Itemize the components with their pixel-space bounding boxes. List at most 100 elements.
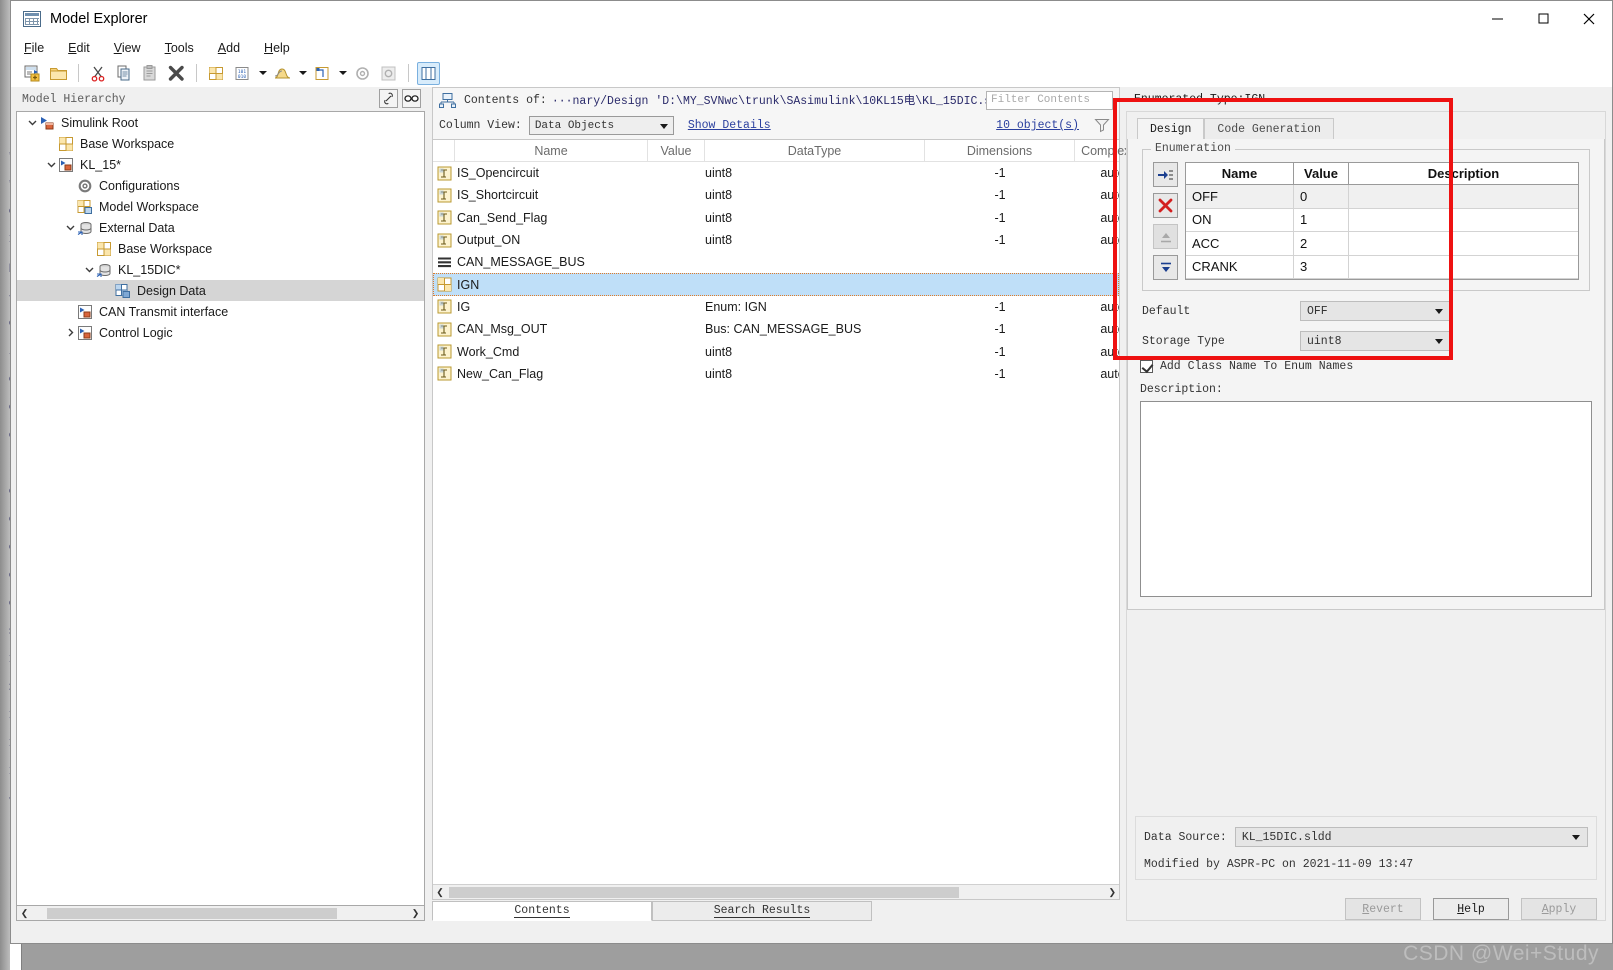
enumeration-row[interactable]: CRANK 3	[1186, 255, 1578, 279]
tree-item-design-data[interactable]: Design Data	[17, 280, 424, 301]
description-textarea[interactable]	[1140, 401, 1592, 597]
add-data-object-icon[interactable]: 101 010	[231, 62, 254, 85]
tree-horizontal-scrollbar[interactable]: ❮ ❯	[16, 906, 425, 921]
enum-cell-description[interactable]	[1349, 209, 1578, 232]
contents-horizontal-scrollbar[interactable]: ❮ ❯	[433, 884, 1119, 899]
enum-cell-value[interactable]: 2	[1294, 232, 1349, 255]
menu-add[interactable]: Add	[218, 41, 240, 55]
enum-cell-name[interactable]: ON	[1186, 208, 1294, 231]
tree-item-can-transmit-interface[interactable]: CAN Transmit interface	[17, 301, 424, 322]
tree-item-external-data[interactable]: External Data	[17, 217, 424, 238]
table-row[interactable]: IGN	[433, 273, 1119, 296]
enum-cell-description[interactable]	[1349, 185, 1578, 208]
tree-item-simulink-root[interactable]: Simulink Root	[17, 112, 424, 133]
add-bus-chevron-down-icon[interactable]	[337, 62, 348, 85]
configure-icon[interactable]	[351, 62, 374, 85]
menu-edit[interactable]: Edit	[68, 41, 90, 55]
new-model-icon[interactable]	[21, 62, 44, 85]
model-hierarchy-tree[interactable]: Simulink Root Base Workspace KL_15* Configu…	[16, 111, 425, 906]
copy-icon[interactable]	[113, 62, 136, 85]
table-row[interactable]: New_Can_Flaguint8-1auto[ ][ ]	[433, 363, 1119, 385]
help-button[interactable]: Help	[1433, 898, 1509, 920]
tree-item-control-logic[interactable]: Control Logic	[17, 322, 424, 343]
add-bus-icon[interactable]	[311, 62, 334, 85]
chevron-down-icon[interactable]	[63, 217, 77, 238]
tree-item-configurations[interactable]: Configurations	[17, 175, 424, 196]
move-down-icon[interactable]	[1153, 255, 1178, 280]
paste-icon[interactable]	[139, 62, 162, 85]
chevron-down-icon[interactable]	[82, 259, 96, 280]
close-button[interactable]	[1566, 1, 1612, 36]
add-signal-chevron-down-icon[interactable]	[297, 62, 308, 85]
table-row[interactable]: IS_Shortcircuituint8-1auto[ ][ ]	[433, 184, 1119, 206]
enum-cell-name[interactable]: ACC	[1186, 232, 1294, 255]
enum-cell-description[interactable]	[1349, 232, 1578, 255]
tab-design[interactable]: Design	[1137, 118, 1205, 139]
enum-cell-name[interactable]: CRANK	[1186, 255, 1294, 278]
enumeration-row[interactable]: ACC 2	[1186, 232, 1578, 256]
contents-grid-rows[interactable]: IS_Opencircuituint8-1auto[ ][ ]IS_Shortc…	[433, 162, 1119, 884]
tab-contents[interactable]: Contents	[432, 901, 652, 921]
tree-item-base-workspace[interactable]: Base Workspace	[17, 238, 424, 259]
tree-item-model-workspace[interactable]: Model Workspace	[17, 196, 424, 217]
chevron-down-icon[interactable]	[25, 112, 39, 133]
column-header-value[interactable]: Value	[648, 140, 705, 161]
show-details-link[interactable]: Show Details	[688, 119, 771, 132]
table-row[interactable]: IGEnum: IGN-1auto[ ][ ]	[433, 296, 1119, 318]
filter-contents-input[interactable]: Filter Contents	[986, 91, 1113, 110]
tab-code-generation[interactable]: Code Generation	[1204, 118, 1334, 139]
menu-help[interactable]: Help	[264, 41, 290, 55]
table-row[interactable]: Work_Cmduint8-1auto[ ][ ]	[433, 340, 1119, 362]
tab-search-results[interactable]: Search Results	[652, 901, 872, 921]
chevron-down-icon[interactable]	[44, 154, 58, 175]
column-view-select[interactable]: Data Objects	[528, 116, 674, 135]
add-signal-icon[interactable]	[271, 62, 294, 85]
data-source-select[interactable]: KL_15DIC.sldd	[1234, 827, 1588, 847]
column-header-name[interactable]: Name	[455, 140, 648, 161]
enum-cell-value[interactable]: 0	[1294, 185, 1349, 208]
menu-tools[interactable]: Tools	[165, 41, 194, 55]
settings-icon[interactable]	[377, 62, 400, 85]
add-workspace-variable-icon[interactable]	[205, 62, 228, 85]
column-header-icon[interactable]	[433, 140, 455, 161]
tree-item-base-workspace[interactable]: Base Workspace	[17, 133, 424, 154]
enum-cell-value[interactable]: 1	[1294, 208, 1349, 231]
revert-button[interactable]: Revert	[1345, 898, 1421, 920]
delete-x-icon[interactable]	[165, 62, 188, 85]
add-row-icon[interactable]	[1153, 162, 1178, 187]
column-header-datatype[interactable]: DataType	[705, 140, 925, 161]
add-class-name-checkbox[interactable]	[1140, 360, 1153, 373]
add-class-name-row[interactable]: Add Class Name To Enum Names	[1140, 360, 1604, 373]
minimize-button[interactable]	[1474, 1, 1520, 36]
tree-scroll-left-arrow[interactable]: ❮	[17, 908, 32, 919]
enumeration-table[interactable]: Name Value Description OFF 0 ON 1 ACC 2 CRANK 3	[1185, 162, 1579, 280]
apply-button[interactable]: Apply	[1521, 898, 1597, 920]
tree-scroll-right-arrow[interactable]: ❯	[408, 908, 423, 919]
table-row[interactable]: CAN_Msg_OUTBus: CAN_MESSAGE_BUS-1auto[ ]…	[433, 318, 1119, 340]
tree-item-kl-15[interactable]: KL_15*	[17, 154, 424, 175]
enumeration-row[interactable]: ON 1	[1186, 208, 1578, 232]
storage-type-select[interactable]: uint8	[1300, 331, 1450, 351]
table-row[interactable]: IS_Opencircuituint8-1auto[ ][ ]	[433, 162, 1119, 184]
delete-row-icon[interactable]	[1153, 193, 1178, 218]
glasses-icon[interactable]	[402, 89, 421, 108]
enumeration-row[interactable]: OFF 0	[1186, 185, 1578, 209]
menu-file[interactable]: File	[24, 41, 44, 55]
table-row[interactable]: CAN_MESSAGE_BUS	[433, 251, 1119, 273]
open-folder-icon[interactable]	[47, 62, 70, 85]
tree-scroll-thumb[interactable]	[47, 908, 337, 919]
link-icon[interactable]	[379, 89, 398, 108]
contents-scroll-left-arrow[interactable]: ❮	[433, 887, 447, 898]
enum-cell-value[interactable]: 3	[1294, 255, 1349, 278]
column-header-dimensions[interactable]: Dimensions	[925, 140, 1075, 161]
funnel-icon[interactable]	[1094, 117, 1110, 137]
chevron-right-icon[interactable]	[63, 322, 77, 343]
maximize-button[interactable]	[1520, 1, 1566, 36]
cut-scissors-icon[interactable]	[87, 62, 110, 85]
table-row[interactable]: Can_Send_Flaguint8-1auto[ ][ ]	[433, 207, 1119, 229]
menu-view[interactable]: View	[114, 41, 141, 55]
add-data-object-chevron-down-icon[interactable]	[257, 62, 268, 85]
contents-grid[interactable]: NameValueDataTypeDimensionsComplexityMin…	[432, 139, 1222, 900]
default-select[interactable]: OFF	[1300, 301, 1450, 321]
enum-cell-description[interactable]	[1349, 256, 1578, 279]
